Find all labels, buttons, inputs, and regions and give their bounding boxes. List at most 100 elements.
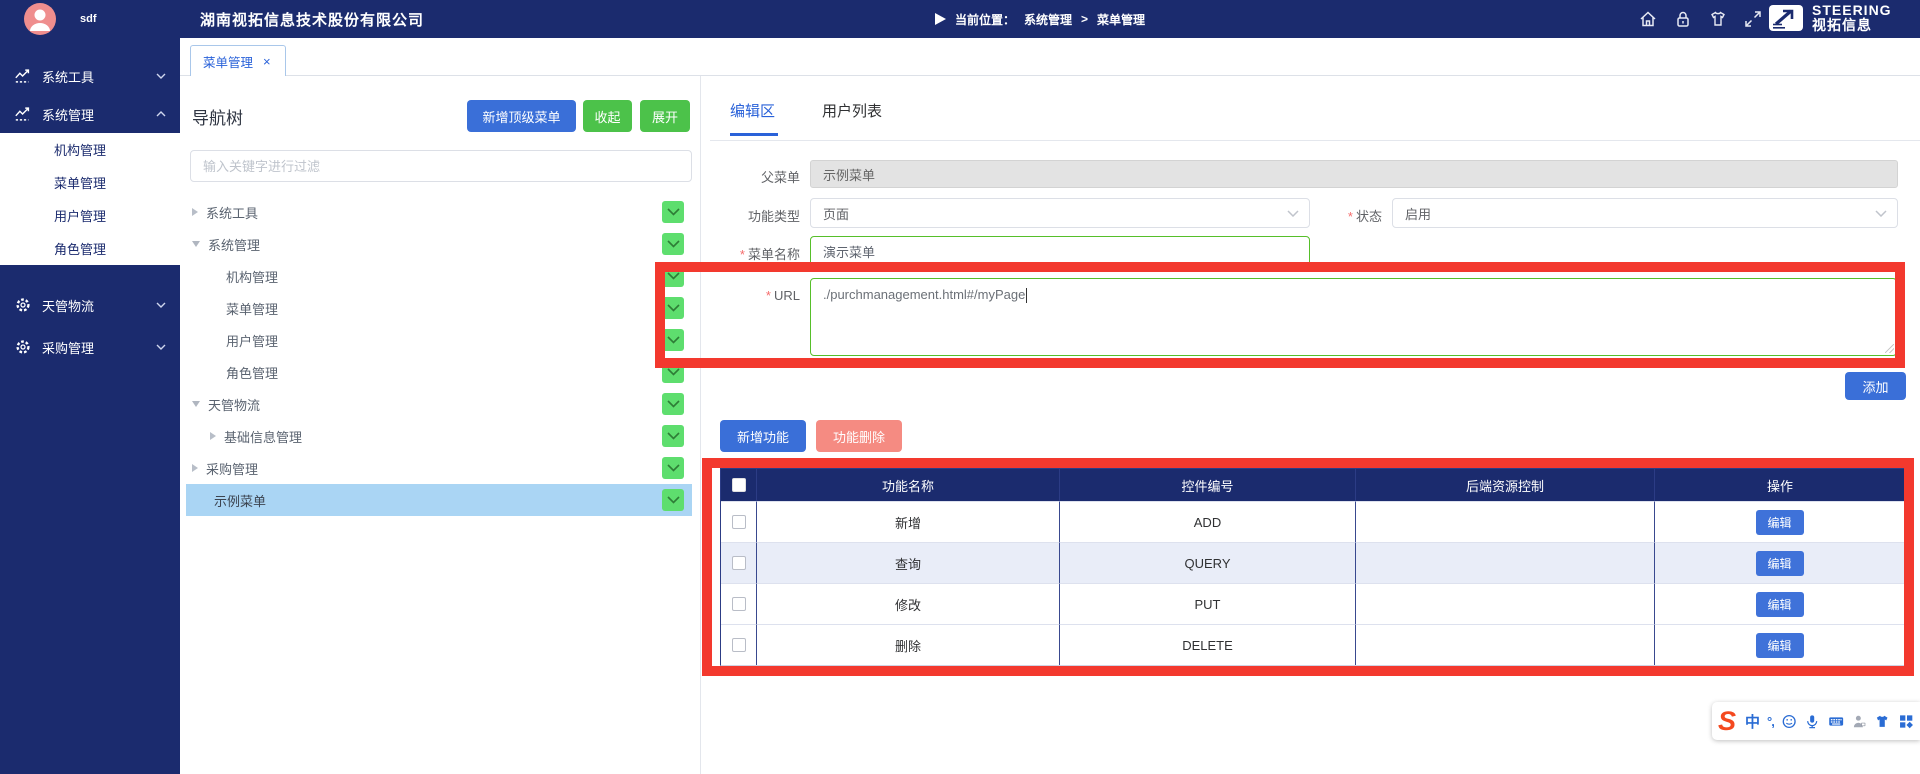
cell-function-name: 删除 (757, 624, 1060, 665)
row-checkbox[interactable] (732, 597, 746, 611)
tree-node-green-toggle[interactable] (662, 265, 684, 287)
tab-user-list[interactable]: 用户列表 (822, 100, 882, 121)
fullscreen-icon[interactable] (1743, 9, 1763, 29)
breadcrumb-page[interactable]: 菜单管理 (1097, 11, 1145, 28)
add-url-button[interactable]: 添加 (1845, 372, 1906, 400)
tree-panel-title: 导航树 (192, 104, 243, 129)
tree-node-green-toggle[interactable] (662, 393, 684, 415)
topbar-actions (1638, 9, 1763, 29)
add-function-button[interactable]: 新增功能 (720, 420, 806, 452)
sidebar-item-purchase-management[interactable]: 采购管理 (0, 328, 180, 366)
expand-arrow-icon[interactable] (192, 208, 198, 216)
collapse-arrow-icon[interactable] (192, 401, 200, 407)
tree-node-label: 示例菜单 (214, 491, 266, 510)
cell-function-name: 查询 (757, 542, 1060, 583)
emoji-icon[interactable] (1781, 712, 1797, 731)
breadcrumb-section[interactable]: 系统管理 (1024, 11, 1072, 28)
tree-node-green-toggle[interactable] (662, 233, 684, 255)
sidebar-item-system-management[interactable]: 系统管理 (0, 95, 180, 133)
sogou-logo-icon[interactable]: S (1718, 708, 1736, 735)
select-all-checkbox[interactable] (732, 478, 746, 492)
status-select[interactable]: 启用 (1392, 198, 1898, 228)
edit-row-button[interactable]: 编辑 (1756, 633, 1804, 658)
tree-node-user-management[interactable]: 用户管理 (186, 324, 692, 356)
punctuation-mode-icon[interactable]: °, (1767, 714, 1774, 729)
home-icon[interactable] (1638, 9, 1658, 29)
tree-node-green-toggle[interactable] (662, 329, 684, 351)
edit-row-button[interactable]: 编辑 (1756, 592, 1804, 617)
table-row: 删除 DELETE 编辑 (721, 624, 1905, 665)
required-asterisk: * (740, 247, 745, 262)
text-cursor (1026, 288, 1027, 303)
tree-node-label: 系统工具 (206, 203, 258, 222)
chart-icon (14, 105, 32, 123)
tree-node-green-toggle[interactable] (662, 297, 684, 319)
tree-node-green-toggle[interactable] (662, 425, 684, 447)
sidebar-subitem-org[interactable]: 机构管理 (0, 133, 180, 166)
delete-function-button[interactable]: 功能删除 (816, 420, 902, 452)
tree-filter-input[interactable] (190, 150, 692, 182)
tree-node-role-management[interactable]: 角色管理 (186, 356, 692, 388)
expand-arrow-icon[interactable] (192, 464, 198, 472)
tree-node-system-tools[interactable]: 系统工具 (186, 196, 692, 228)
sidebar-item-tianguan-logistics[interactable]: 天管物流 (0, 286, 180, 324)
chinese-mode-icon[interactable]: 中 (1745, 711, 1760, 732)
tab-menu-management[interactable]: 菜单管理 × (190, 45, 286, 76)
row-checkbox[interactable] (732, 515, 746, 529)
tree-node-system-management[interactable]: 系统管理 (186, 228, 692, 260)
sidebar-subitem-menu[interactable]: 菜单管理 (0, 166, 180, 199)
add-top-menu-button[interactable]: 新增顶级菜单 (467, 100, 576, 132)
header-backend-resource: 后端资源控制 (1356, 469, 1655, 501)
expand-arrow-icon[interactable] (210, 432, 216, 440)
expand-all-button[interactable]: 展开 (640, 100, 690, 132)
row-checkbox[interactable] (732, 638, 746, 652)
resize-grip[interactable] (1885, 344, 1894, 353)
toolbox-grid-icon[interactable] (1898, 712, 1914, 731)
breadcrumb-prefix: 当前位置： (955, 11, 1015, 28)
tree-node-label: 基础信息管理 (224, 427, 302, 446)
microphone-icon[interactable] (1804, 712, 1820, 731)
tree-node-label: 用户管理 (226, 331, 278, 350)
tab-label: 菜单管理 (203, 52, 253, 71)
tree-node-example-menu[interactable]: 示例菜单 (186, 484, 692, 516)
brand-name-cn: 视拓信息 (1812, 18, 1892, 33)
tree-node-green-toggle[interactable] (662, 457, 684, 479)
tab-editor-area[interactable]: 编辑区 (730, 100, 775, 121)
cell-control-code: ADD (1060, 501, 1356, 542)
sidebar-subitem-user[interactable]: 用户管理 (0, 199, 180, 232)
tree-node-green-toggle[interactable] (662, 489, 684, 511)
collapse-all-button[interactable]: 收起 (583, 100, 632, 132)
tab-close-icon[interactable]: × (263, 54, 271, 69)
theme-skin-icon[interactable] (1708, 9, 1728, 29)
user-avatar[interactable] (24, 3, 56, 35)
sidebar-subitem-role[interactable]: 角色管理 (0, 232, 180, 265)
skin-shirt-icon[interactable] (1874, 712, 1890, 731)
editor-panel: 编辑区 用户列表 父菜单 示例菜单 功能类型 页面 *状态 启用 *菜单名称 演… (710, 76, 1920, 774)
tree-node-org-management[interactable]: 机构管理 (186, 260, 692, 292)
status-label: *状态 (1292, 206, 1382, 225)
tree-node-menu-management[interactable]: 菜单管理 (186, 292, 692, 324)
edit-row-button[interactable]: 编辑 (1756, 510, 1804, 535)
tree-node-tianguan-logistics[interactable]: 天管物流 (186, 388, 692, 420)
username-label: sdf (80, 13, 97, 25)
row-checkbox[interactable] (732, 556, 746, 570)
sidebar-item-system-tools[interactable]: 系统工具 (0, 57, 180, 95)
lock-icon[interactable] (1673, 9, 1693, 29)
tree-node-green-toggle[interactable] (662, 201, 684, 223)
tree-node-basic-info-management[interactable]: 基础信息管理 (186, 420, 692, 452)
cell-function-name: 修改 (757, 583, 1060, 624)
tree-node-label: 机构管理 (226, 267, 278, 286)
menu-name-input[interactable]: 演示菜单 (810, 236, 1310, 266)
handwriting-person-icon[interactable] (1851, 712, 1867, 731)
parent-menu-label: 父菜单 (710, 167, 800, 186)
tree-node-purchase-management[interactable]: 采购管理 (186, 452, 692, 484)
app-root: { "colors": { "navy": "#1b2b6e", "accent… (0, 0, 1920, 774)
function-type-select[interactable]: 页面 (810, 198, 1310, 228)
tree-node-green-toggle[interactable] (662, 361, 684, 383)
brand-logo: STEERING 视拓信息 (1768, 3, 1892, 33)
edit-row-button[interactable]: 编辑 (1756, 551, 1804, 576)
collapse-arrow-icon[interactable] (192, 241, 200, 247)
status-value: 启用 (1405, 204, 1431, 223)
url-textarea[interactable]: ./purchmanagement.html#/myPage (810, 278, 1897, 356)
keyboard-icon[interactable] (1828, 712, 1844, 731)
